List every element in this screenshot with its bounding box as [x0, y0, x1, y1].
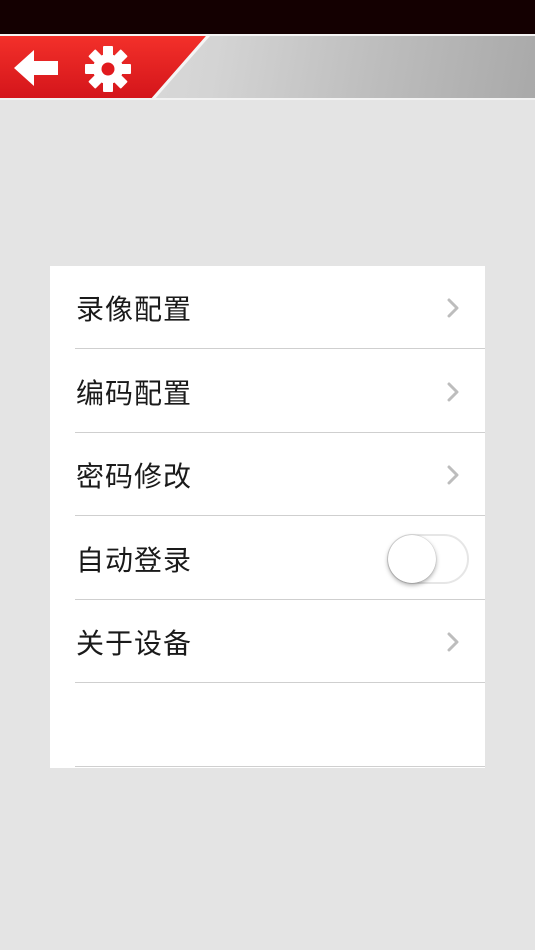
settings-item-about-device[interactable]: 关于设备	[50, 600, 485, 683]
settings-item-label: 自动登录	[76, 543, 193, 577]
settings-empty-row	[50, 684, 485, 767]
auto-login-toggle[interactable]	[387, 533, 469, 584]
chevron-right-icon	[447, 382, 459, 401]
gear-icon	[84, 45, 132, 93]
settings-list: 录像配置 编码配置 密码修改 自动登录 关于设备	[50, 266, 485, 768]
arrow-left-icon	[14, 50, 58, 86]
settings-item-encode-config[interactable]: 编码配置	[50, 350, 485, 433]
status-bar	[0, 0, 535, 34]
settings-item-label: 关于设备	[76, 626, 193, 660]
settings-item-label: 编码配置	[76, 376, 193, 410]
chevron-right-icon	[447, 465, 459, 484]
settings-item-label: 录像配置	[76, 292, 193, 326]
divider	[75, 515, 485, 516]
divider	[75, 348, 485, 349]
settings-item-record-config[interactable]: 录像配置	[50, 266, 485, 349]
settings-item-label: 密码修改	[76, 459, 193, 493]
header-divider	[0, 98, 535, 100]
back-button[interactable]	[10, 46, 66, 90]
divider	[75, 766, 485, 767]
settings-item-password-change[interactable]: 密码修改	[50, 433, 485, 516]
divider	[75, 682, 485, 683]
header-bar	[0, 34, 535, 100]
toggle-knob	[388, 534, 436, 583]
chevron-right-icon	[447, 632, 459, 651]
settings-item-auto-login: 自动登录	[50, 517, 485, 600]
chevron-right-icon	[447, 298, 459, 317]
